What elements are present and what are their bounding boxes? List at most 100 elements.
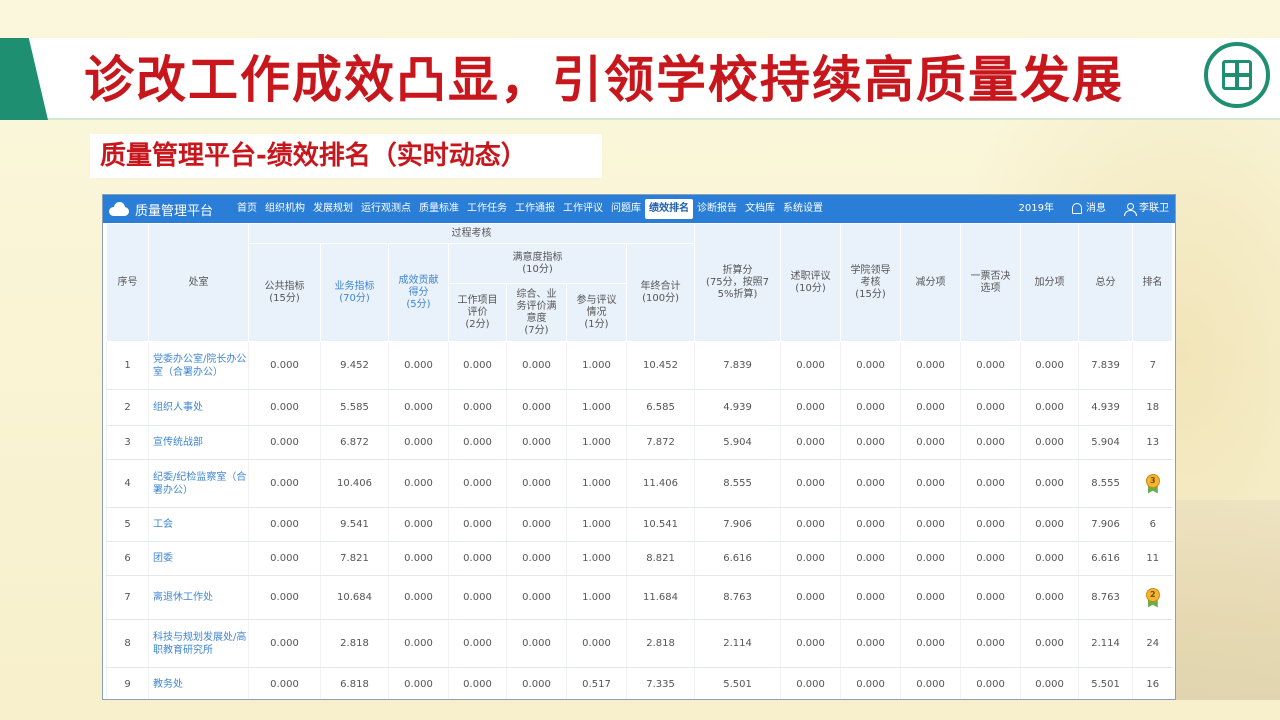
cell-annual-total: 7.335	[625, 667, 695, 699]
cell-bonus: 0.000	[1020, 541, 1079, 576]
cell-unit[interactable]: 科技与规划发展处/高职教育研究所	[148, 619, 249, 668]
cell-report: 0.000	[780, 575, 841, 620]
cell-unit[interactable]: 纪委/纪检监察室（合署办公）	[148, 459, 249, 508]
nav-item-3[interactable]: 运行观测点	[357, 199, 415, 219]
cell-bonus: 0.000	[1020, 667, 1079, 699]
cell-unit[interactable]: 团委	[148, 541, 249, 576]
cell-unit[interactable]: 组织人事处	[148, 389, 249, 426]
slide-title: 诊改工作成效凸显，引领学校持续高质量发展	[84, 51, 1124, 109]
cell-annual-total: 2.818	[625, 619, 695, 668]
cell-idx: 3	[106, 425, 149, 460]
cell-contribution: 0.000	[388, 459, 449, 508]
nav-item-8[interactable]: 问题库	[607, 199, 645, 219]
cell-sat-overall: 0.000	[506, 575, 567, 620]
nav-item-11[interactable]: 文档库	[741, 199, 779, 219]
nav-item-5[interactable]: 工作任务	[463, 199, 511, 219]
nav-item-0[interactable]: 首页	[233, 199, 261, 219]
year-selector[interactable]: 2019年	[1019, 199, 1054, 219]
cell-rank: 11	[1132, 541, 1173, 576]
cell-public: 0.000	[248, 459, 321, 508]
cell-total: 5.501	[1078, 667, 1133, 699]
cell-unit[interactable]: 党委办公室/院长办公室（合署办公）	[148, 341, 249, 390]
cell-contribution: 0.000	[388, 667, 449, 699]
cell-total: 8.555	[1078, 459, 1133, 508]
cell-sat-project: 0.000	[448, 341, 507, 390]
cell-contribution: 0.000	[388, 541, 449, 576]
col-deduction: 减分项	[900, 223, 962, 342]
cell-business: 10.684	[320, 575, 389, 620]
cell-rank: 3	[1132, 459, 1173, 508]
cell-report: 0.000	[780, 425, 841, 460]
cell-report: 0.000	[780, 541, 841, 576]
cell-idx: 9	[106, 667, 149, 699]
cell-unit[interactable]: 教务处	[148, 667, 249, 699]
col-converted: 折算分 (75分，按照7 5%折算)	[694, 223, 782, 342]
col-annual-total: 年终合计 (100分)	[625, 243, 696, 342]
cell-veto: 0.000	[960, 541, 1021, 576]
rank-medal-icon: 3	[1145, 473, 1161, 494]
nav-item-10[interactable]: 诊断报告	[693, 199, 741, 219]
nav-item-7[interactable]: 工作评议	[559, 199, 607, 219]
col-bonus: 加分项	[1020, 223, 1080, 342]
table-row: 6 团委 0.000 7.821 0.000 0.000 0.000 1.000 8.821 6.…	[106, 541, 1173, 576]
nav-item-2[interactable]: 发展规划	[309, 199, 357, 219]
nav-item-6[interactable]: 工作通报	[511, 199, 559, 219]
cell-business: 9.452	[320, 341, 389, 390]
cell-public: 0.000	[248, 341, 321, 390]
cell-unit[interactable]: 工会	[148, 507, 249, 542]
cell-deduction: 0.000	[900, 341, 961, 390]
cell-idx: 8	[106, 619, 149, 668]
cell-veto: 0.000	[960, 425, 1021, 460]
cell-deduction: 0.000	[900, 575, 961, 620]
cell-bonus: 0.000	[1020, 341, 1079, 390]
cell-leader: 0.000	[840, 389, 901, 426]
col-group-satisfaction: 满意度指标 (10分)	[448, 243, 627, 284]
cell-bonus: 0.000	[1020, 619, 1079, 668]
cell-deduction: 0.000	[900, 459, 961, 508]
cell-sat-participation: 1.000	[566, 341, 627, 390]
cell-public: 0.000	[248, 575, 321, 620]
cell-rank: 6	[1132, 507, 1173, 542]
col-veto: 一票否决 选项	[960, 223, 1022, 342]
nav-menu: 首页 组织机构 发展规划 运行观测点 质量标准 工作任务 工作通报 工作评议 问题库 绩效排名 诊断…	[233, 199, 827, 219]
cell-business: 6.872	[320, 425, 389, 460]
nav-item-12[interactable]: 系统设置	[779, 199, 827, 219]
cell-veto: 0.000	[960, 667, 1021, 699]
cell-sat-overall: 0.000	[506, 341, 567, 390]
brand[interactable]: 质量管理平台	[109, 198, 213, 220]
messages-link[interactable]: 消息	[1072, 199, 1106, 219]
nav-item-4[interactable]: 质量标准	[415, 199, 463, 219]
top-navbar: 质量管理平台 首页 组织机构 发展规划 运行观测点 质量标准 工作任务 工作通报 工作评议 问题…	[103, 195, 1175, 223]
cell-sat-overall: 0.000	[506, 541, 567, 576]
cell-idx: 6	[106, 541, 149, 576]
col-report: 述职评议 (10分)	[780, 223, 842, 342]
table-row: 1 党委办公室/院长办公室（合署办公） 0.000 9.452 0.000 0.000 0.…	[106, 341, 1173, 390]
rank-medal-number: 2	[1145, 587, 1160, 602]
user-menu[interactable]: 李联卫	[1124, 199, 1169, 219]
cell-total: 7.906	[1078, 507, 1133, 542]
cell-bonus: 0.000	[1020, 389, 1079, 426]
nav-item-1[interactable]: 组织机构	[261, 199, 309, 219]
cell-converted: 2.114	[694, 619, 781, 668]
nav-item-9[interactable]: 绩效排名	[645, 199, 693, 219]
cell-rank: 7	[1132, 341, 1173, 390]
cell-sat-project: 0.000	[448, 425, 507, 460]
cell-converted: 5.501	[694, 667, 781, 699]
cell-report: 0.000	[780, 667, 841, 699]
table-row: 2 组织人事处 0.000 5.585 0.000 0.000 0.000 1.000 6.58…	[106, 389, 1173, 426]
col-business[interactable]: 业务指标 (70分)	[320, 243, 389, 342]
cell-deduction: 0.000	[900, 541, 961, 576]
cell-public: 0.000	[248, 541, 321, 576]
cell-unit[interactable]: 宣传统战部	[148, 425, 249, 460]
cell-bonus: 0.000	[1020, 425, 1079, 460]
cell-total: 6.616	[1078, 541, 1133, 576]
cell-business: 6.818	[320, 667, 389, 699]
col-contribution[interactable]: 成效贡献 得分 (5分)	[388, 243, 449, 342]
cell-veto: 0.000	[960, 507, 1021, 542]
cell-total: 5.904	[1078, 425, 1133, 460]
cell-public: 0.000	[248, 389, 321, 426]
cell-public: 0.000	[248, 619, 321, 668]
cell-sat-participation: 1.000	[566, 459, 627, 508]
cell-sat-participation: 1.000	[566, 389, 627, 426]
cell-unit[interactable]: 离退休工作处	[148, 575, 249, 620]
